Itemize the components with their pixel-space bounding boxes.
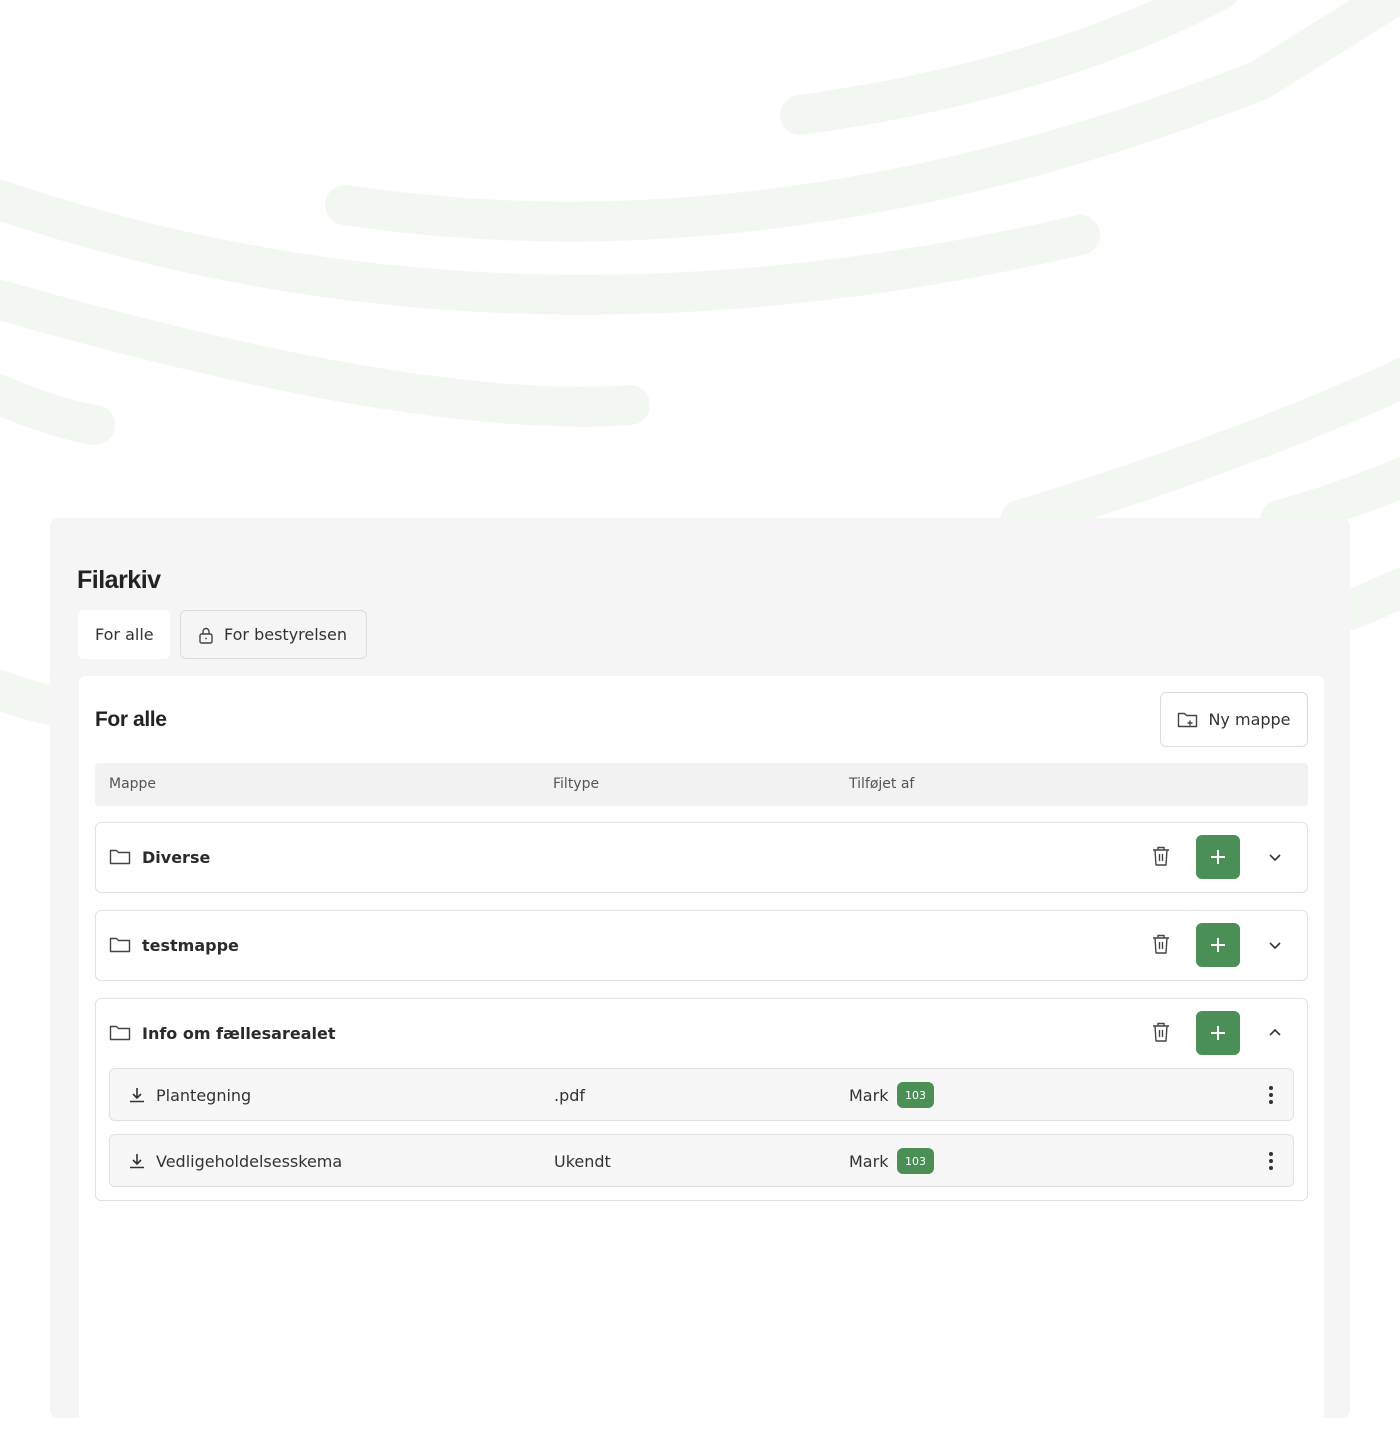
- unit-badge: 103: [897, 1148, 934, 1174]
- column-header-tilfoejet-af: Tilføjet af: [849, 776, 915, 792]
- chevron-down-icon[interactable]: [1267, 937, 1283, 953]
- download-icon[interactable]: [128, 1152, 146, 1170]
- more-vertical-icon[interactable]: [1268, 1085, 1274, 1105]
- tab-for-bestyrelsen[interactable]: For bestyrelsen: [180, 610, 367, 659]
- folder-icon: [109, 937, 131, 953]
- section-title: For alle: [95, 708, 167, 731]
- tab-for-alle-label: For alle: [95, 625, 154, 644]
- trash-icon[interactable]: [1151, 933, 1171, 955]
- add-file-button[interactable]: [1196, 923, 1240, 967]
- tab-for-bestyrelsen-label: For bestyrelsen: [224, 625, 347, 644]
- folder-plus-icon: [1178, 712, 1198, 727]
- trash-icon[interactable]: [1151, 845, 1171, 867]
- file-row[interactable]: Plantegning .pdf Mark 103: [109, 1068, 1294, 1121]
- folder-header[interactable]: Info om fællesarealet: [96, 999, 1307, 1068]
- plus-icon: [1211, 938, 1225, 952]
- page-title: Filarkiv: [77, 566, 161, 594]
- file-type: .pdf: [554, 1086, 586, 1105]
- folder-row: testmappe: [95, 910, 1308, 981]
- new-folder-label: Ny mappe: [1208, 710, 1291, 729]
- plus-icon: [1211, 1026, 1225, 1040]
- trash-icon[interactable]: [1151, 1021, 1171, 1043]
- folder-header[interactable]: testmappe: [96, 911, 1307, 980]
- file-added-by: Mark: [849, 1086, 889, 1105]
- file-row[interactable]: Vedligeholdelsesskema Ukendt Mark 103: [109, 1134, 1294, 1187]
- folder-row-expanded: Info om fællesarealet Plantegning .pdf M…: [95, 998, 1308, 1201]
- lock-icon: [199, 627, 213, 644]
- file-type: Ukendt: [554, 1152, 611, 1171]
- chevron-up-icon[interactable]: [1267, 1025, 1283, 1041]
- more-vertical-icon[interactable]: [1268, 1151, 1274, 1171]
- file-added-by: Mark: [849, 1152, 889, 1171]
- add-file-button[interactable]: [1196, 835, 1240, 879]
- folder-row: Diverse: [95, 822, 1308, 893]
- folder-icon: [109, 849, 131, 865]
- unit-badge: 103: [897, 1082, 934, 1108]
- column-header-filtype: Filtype: [553, 776, 600, 792]
- column-header-mappe: Mappe: [109, 776, 157, 792]
- folder-name: Info om fællesarealet: [142, 1024, 336, 1043]
- table-header: Mappe Filtype Tilføjet af: [95, 763, 1308, 806]
- chevron-down-icon[interactable]: [1267, 849, 1283, 865]
- folder-list-card: For alle Ny mappe Mappe Filtype Tilføjet…: [79, 676, 1324, 1436]
- folder-name: Diverse: [142, 848, 211, 867]
- folder-icon: [109, 1025, 131, 1041]
- tab-for-alle[interactable]: For alle: [78, 610, 170, 659]
- file-archive-panel: Filarkiv For alle For bestyrelsen For al…: [50, 518, 1350, 1436]
- download-icon[interactable]: [128, 1086, 146, 1104]
- file-name: Plantegning: [156, 1086, 252, 1105]
- file-name: Vedligeholdelsesskema: [156, 1152, 343, 1171]
- add-file-button[interactable]: [1196, 1011, 1240, 1055]
- new-folder-button[interactable]: Ny mappe: [1160, 692, 1308, 747]
- plus-icon: [1211, 850, 1225, 864]
- folder-header[interactable]: Diverse: [96, 823, 1307, 892]
- folder-name: testmappe: [142, 936, 239, 955]
